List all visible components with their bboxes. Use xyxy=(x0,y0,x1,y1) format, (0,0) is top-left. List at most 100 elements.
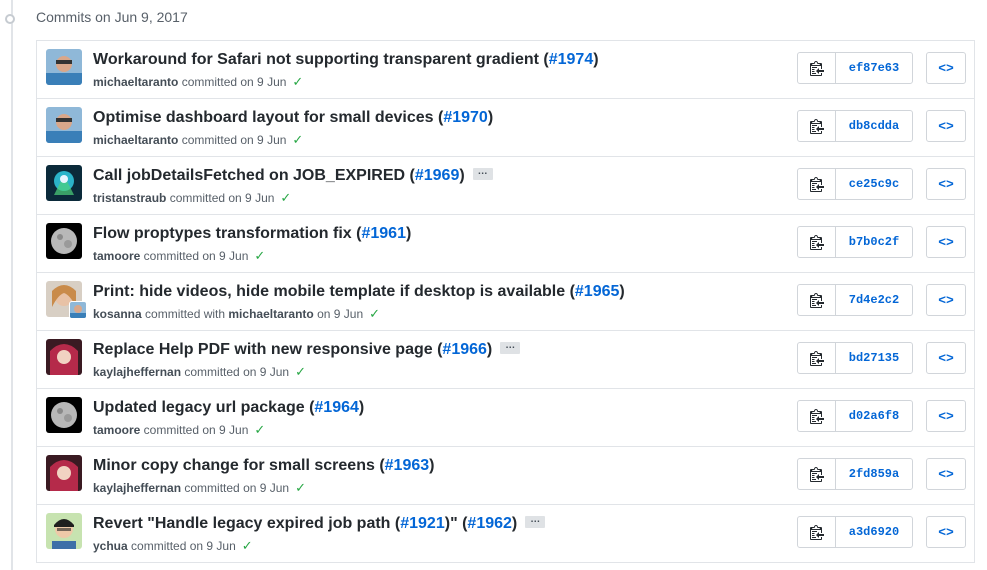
copy-sha-button[interactable] xyxy=(798,169,836,199)
commit-message-end[interactable]: ) xyxy=(488,109,493,126)
browse-repo-button[interactable]: <> xyxy=(926,400,966,432)
sha-button-group: ef87e63 xyxy=(797,52,913,84)
commit-message-link[interactable]: Replace Help PDF with new responsive pag… xyxy=(93,341,442,358)
commit-message-end[interactable]: ) xyxy=(459,167,464,184)
sha-button-group: a3d6920 xyxy=(797,516,913,548)
commit-message-link[interactable]: Call jobDetailsFetched on JOB_EXPIRED ( xyxy=(93,167,415,184)
author-avatar[interactable] xyxy=(46,397,82,433)
check-icon[interactable]: ✓ xyxy=(292,132,303,148)
browse-repo-button[interactable]: <> xyxy=(926,458,966,490)
code-icon: <> xyxy=(938,466,954,482)
copy-sha-button[interactable] xyxy=(798,459,836,489)
timeline-line xyxy=(11,0,13,570)
check-icon[interactable]: ✓ xyxy=(254,248,265,264)
copy-sha-button[interactable] xyxy=(798,227,836,257)
browse-repo-button[interactable]: <> xyxy=(926,226,966,258)
commit-message-end[interactable]: ) xyxy=(593,51,598,68)
commit-sha-link[interactable]: 7d4e2c2 xyxy=(836,285,912,315)
check-icon[interactable]: ✓ xyxy=(242,538,253,554)
coauthor-link[interactable]: michaeltaranto xyxy=(228,307,313,321)
author-link[interactable]: ychua xyxy=(93,539,128,553)
pull-request-link[interactable]: #1969 xyxy=(415,167,460,184)
coauthor-avatar[interactable] xyxy=(69,301,87,319)
expand-message-button[interactable]: … xyxy=(525,514,546,528)
commit-message-end[interactable]: ) xyxy=(512,515,517,532)
commit-row: Updated legacy url package (#1964) tamoo… xyxy=(37,389,974,447)
check-icon[interactable]: ✓ xyxy=(369,306,380,322)
commit-message-link[interactable]: Workaround for Safari not supporting tra… xyxy=(93,51,549,68)
commit-title: Call jobDetailsFetched on JOB_EXPIRED (#… xyxy=(93,166,493,185)
code-icon: <> xyxy=(938,118,954,134)
browse-repo-button[interactable]: <> xyxy=(926,110,966,142)
author-avatar[interactable] xyxy=(46,49,82,85)
browse-repo-button[interactable]: <> xyxy=(926,342,966,374)
commit-message-end[interactable]: ) xyxy=(619,283,624,300)
commit-row: Replace Help PDF with new responsive pag… xyxy=(37,331,974,389)
author-avatar[interactable] xyxy=(46,107,82,143)
commit-message-link[interactable]: Flow proptypes transformation fix ( xyxy=(93,225,361,242)
pull-request-link[interactable]: #1963 xyxy=(385,457,430,474)
commit-sha-link[interactable]: ef87e63 xyxy=(836,53,912,83)
commit-sha-link[interactable]: ce25c9c xyxy=(836,169,912,199)
author-avatar[interactable] xyxy=(46,165,82,201)
code-icon: <> xyxy=(938,408,954,424)
author-link[interactable]: tristanstraub xyxy=(93,191,166,205)
author-avatar[interactable] xyxy=(46,223,82,259)
check-icon[interactable]: ✓ xyxy=(295,480,306,496)
author-avatar[interactable] xyxy=(46,339,82,375)
commit-message-end[interactable]: ) xyxy=(487,341,492,358)
commit-message-link[interactable]: Minor copy change for small screens ( xyxy=(93,457,385,474)
commit-sha-link[interactable]: 2fd859a xyxy=(836,459,912,489)
commit-title: Optimise dashboard layout for small devi… xyxy=(93,109,493,127)
browse-repo-button[interactable]: <> xyxy=(926,52,966,84)
check-icon[interactable]: ✓ xyxy=(292,74,303,90)
author-link[interactable]: kaylajheffernan xyxy=(93,365,181,379)
commit-sha-link[interactable]: db8cdda xyxy=(836,111,912,141)
commit-sha-link[interactable]: bd27135 xyxy=(836,343,912,373)
author-link[interactable]: michaeltaranto xyxy=(93,133,178,147)
pull-request-link[interactable]: #1970 xyxy=(443,109,488,126)
author-link[interactable]: michaeltaranto xyxy=(93,75,178,89)
copy-sha-button[interactable] xyxy=(798,111,836,141)
author-link[interactable]: tamoore xyxy=(93,249,140,263)
check-icon[interactable]: ✓ xyxy=(295,364,306,380)
pull-request-link[interactable]: #1974 xyxy=(549,51,594,68)
commit-message-link[interactable]: Print: hide videos, hide mobile template… xyxy=(93,283,575,300)
pull-request-link[interactable]: #1921 xyxy=(400,515,445,532)
browse-repo-button[interactable]: <> xyxy=(926,168,966,200)
commit-message-link[interactable]: Updated legacy url package ( xyxy=(93,399,314,416)
pull-request-link[interactable]: #1964 xyxy=(314,399,359,416)
commit-meta: kaylajheffernan committed on 9 Jun ✓ xyxy=(93,480,306,496)
commit-message-link[interactable]: Revert "Handle legacy expired job path ( xyxy=(93,515,400,532)
expand-message-button[interactable]: … xyxy=(472,166,493,180)
commit-date: committed on 9 Jun xyxy=(181,365,290,379)
author-avatar[interactable] xyxy=(46,455,82,491)
copy-sha-button[interactable] xyxy=(798,401,836,431)
copy-sha-button[interactable] xyxy=(798,285,836,315)
commit-message-link[interactable]: Optimise dashboard layout for small devi… xyxy=(93,109,443,126)
commit-sha-link[interactable]: b7b0c2f xyxy=(836,227,912,257)
browse-repo-button[interactable]: <> xyxy=(926,516,966,548)
pull-request-link[interactable]: #1965 xyxy=(575,283,620,300)
expand-message-button[interactable]: … xyxy=(500,340,521,354)
check-icon[interactable]: ✓ xyxy=(254,422,265,438)
commit-message-mid[interactable]: )" ( xyxy=(445,515,468,532)
author-link[interactable]: kosanna xyxy=(93,307,142,321)
copy-sha-button[interactable] xyxy=(798,53,836,83)
author-link[interactable]: tamoore xyxy=(93,423,140,437)
pull-request-link[interactable]: #1962 xyxy=(467,515,512,532)
commit-sha-link[interactable]: d02a6f8 xyxy=(836,401,912,431)
author-avatar[interactable] xyxy=(46,513,82,549)
pull-request-link[interactable]: #1966 xyxy=(442,341,487,358)
pull-request-link[interactable]: #1961 xyxy=(361,225,406,242)
author-link[interactable]: kaylajheffernan xyxy=(93,481,181,495)
commit-message-end[interactable]: ) xyxy=(359,399,364,416)
commit-message-end[interactable]: ) xyxy=(406,225,411,242)
copy-sha-button[interactable] xyxy=(798,517,836,547)
browse-repo-button[interactable]: <> xyxy=(926,284,966,316)
copy-sha-button[interactable] xyxy=(798,343,836,373)
commit-message-end[interactable]: ) xyxy=(429,457,434,474)
check-icon[interactable]: ✓ xyxy=(280,190,291,206)
commit-sha-link[interactable]: a3d6920 xyxy=(836,517,912,547)
commit-row: Flow proptypes transformation fix (#1961… xyxy=(37,215,974,273)
